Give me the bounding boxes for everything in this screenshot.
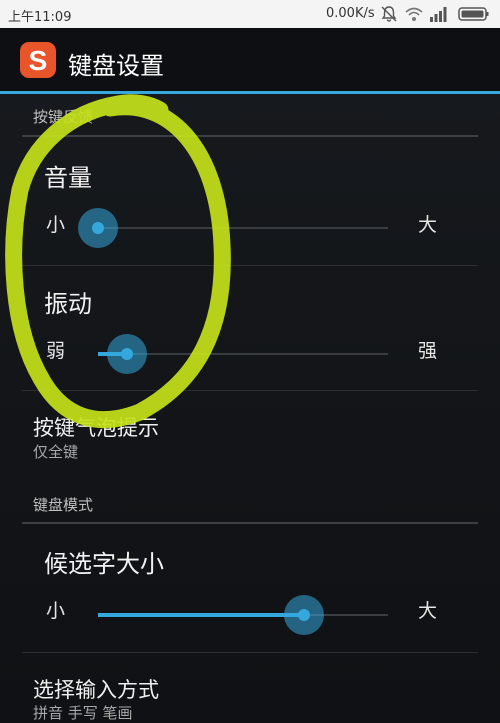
action-bar: S 键盘设置 <box>0 28 500 92</box>
section-divider <box>22 522 478 524</box>
candidate-size-slider-fill <box>98 613 304 617</box>
bell-muted-icon <box>381 6 397 22</box>
volume-slider-thumb[interactable] <box>78 208 118 248</box>
svg-text:S: S <box>29 45 48 76</box>
key-bubble-hint-summary: 仅全键 <box>33 443 79 461</box>
candidate-size-max-label: 大 <box>418 600 438 622</box>
net-speed: 0.00K/s <box>326 6 375 21</box>
status-bar: 上午11:09 0.00K/s <box>0 0 500 28</box>
candidate-size-min-label: 小 <box>46 600 66 622</box>
settings-list[interactable]: 按键反馈 音量 小 大 振动 弱 强 按键气泡提示 仅全键 键盘模式 候选字大小… <box>0 94 500 722</box>
item-divider <box>22 265 478 266</box>
vibration-min-label: 弱 <box>46 340 66 362</box>
candidate-size-title: 候选字大小 <box>44 550 164 578</box>
battery-icon <box>458 7 489 21</box>
volume-max-label: 大 <box>418 214 438 236</box>
status-time: 上午11:09 <box>8 10 72 25</box>
vibration-max-label: 强 <box>418 340 438 362</box>
section-header-keyboard-mode: 键盘模式 <box>33 496 94 514</box>
page-title: 键盘设置 <box>68 52 164 80</box>
volume-title: 音量 <box>44 164 92 192</box>
candidate-size-slider-thumb[interactable] <box>283 595 324 635</box>
item-divider <box>22 652 478 653</box>
section-divider <box>22 135 478 137</box>
candidate-size-slider[interactable] <box>98 595 388 635</box>
volume-min-label: 小 <box>46 214 66 236</box>
wifi-icon <box>405 7 423 21</box>
item-divider <box>22 390 478 391</box>
sogou-logo-icon[interactable]: S <box>18 40 58 80</box>
vibration-title: 振动 <box>44 290 92 318</box>
key-bubble-hint-title: 按键气泡提示 <box>33 416 159 440</box>
input-method-summary: 拼音 手写 笔画 <box>33 704 133 722</box>
vibration-slider[interactable] <box>98 334 388 374</box>
vibration-slider-thumb[interactable] <box>107 334 147 374</box>
input-method-title: 选择输入方式 <box>33 678 159 702</box>
volume-slider[interactable] <box>78 208 388 248</box>
section-header-key-feedback: 按键反馈 <box>33 108 94 126</box>
signal-icon <box>430 7 447 22</box>
